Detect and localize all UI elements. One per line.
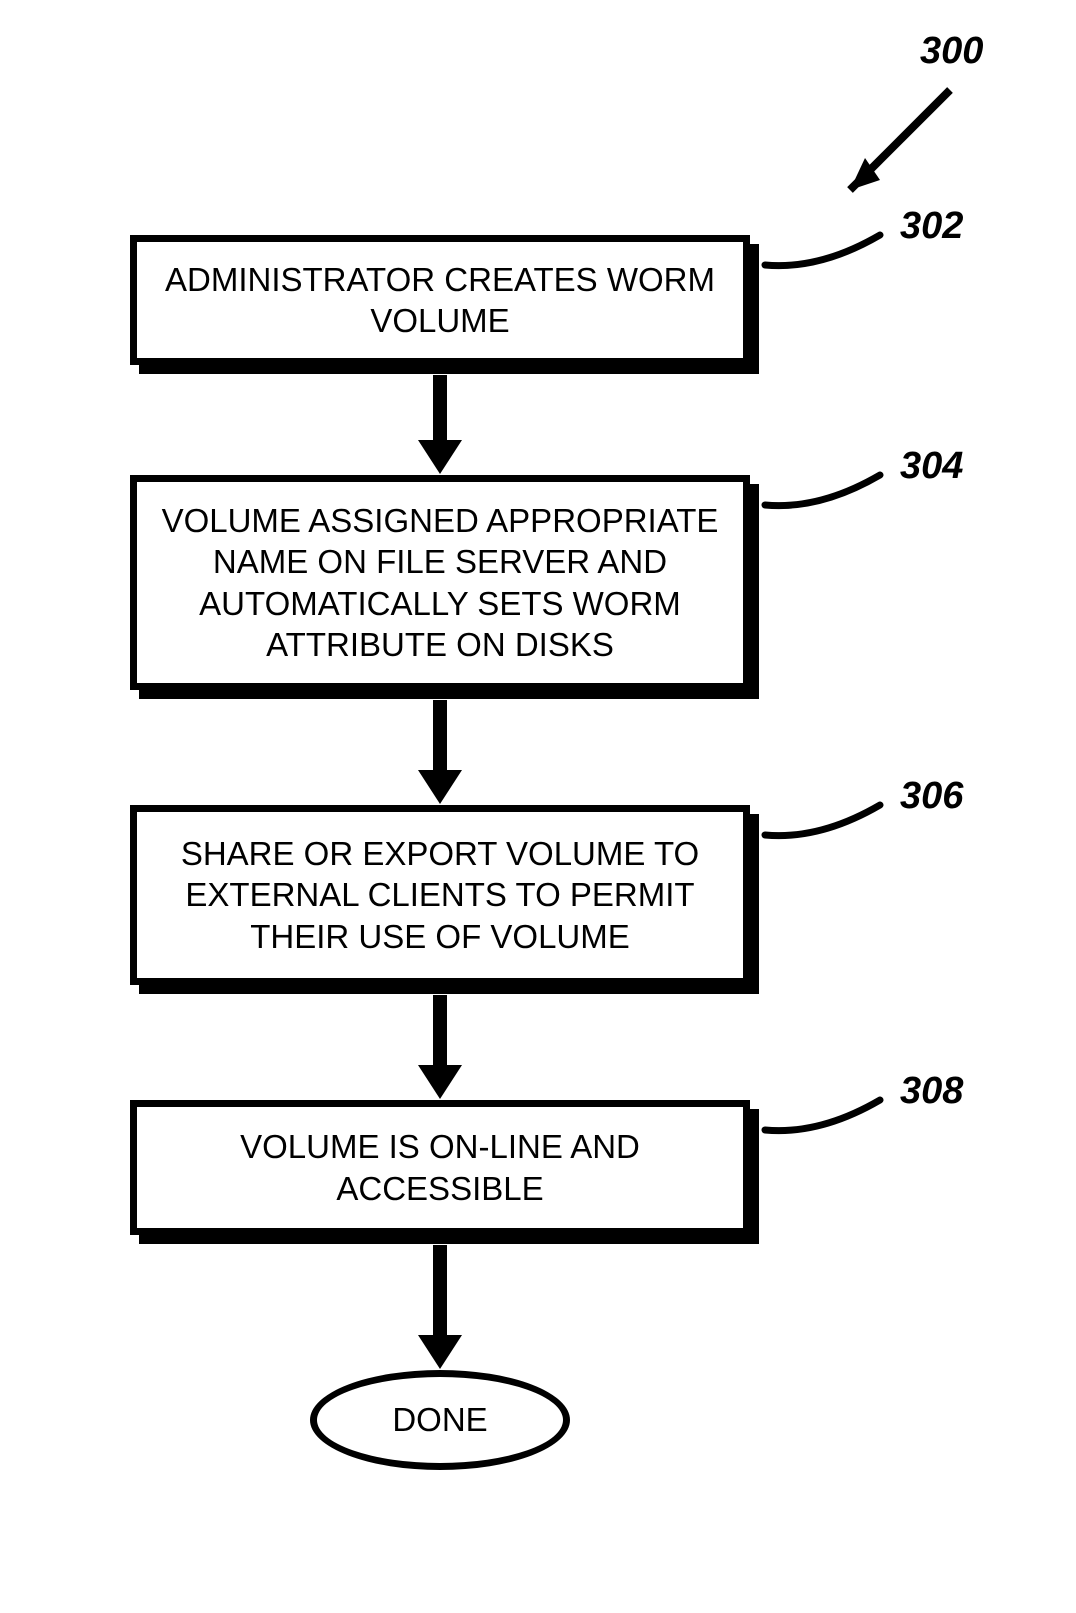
terminator-text: DONE	[392, 1401, 487, 1439]
leader-4	[760, 1095, 910, 1175]
step-text-4: VOLUME IS ON-LINE AND ACCESSIBLE	[159, 1126, 721, 1209]
step-ref-1: 302	[900, 205, 963, 248]
step-text-3: SHARE OR EXPORT VOLUME TO EXTERNAL CLIEN…	[159, 833, 721, 957]
step-box-4: VOLUME IS ON-LINE AND ACCESSIBLE	[130, 1100, 750, 1235]
step-ref-4: 308	[900, 1070, 963, 1113]
step-ref-2: 304	[900, 445, 963, 488]
step-text-1: ADMINISTRATOR CREATES WORM VOLUME	[159, 259, 721, 342]
step-box-2: VOLUME ASSIGNED APPROPRIATE NAME ON FILE…	[130, 475, 750, 690]
leader-3	[760, 800, 910, 880]
leader-2	[760, 470, 910, 550]
step-box-3: SHARE OR EXPORT VOLUME TO EXTERNAL CLIEN…	[130, 805, 750, 985]
leader-1	[760, 230, 910, 310]
step-text-2: VOLUME ASSIGNED APPROPRIATE NAME ON FILE…	[159, 500, 721, 665]
terminator-done: DONE	[310, 1370, 570, 1470]
step-box-1: ADMINISTRATOR CREATES WORM VOLUME	[130, 235, 750, 365]
step-ref-3: 306	[900, 775, 963, 818]
flowchart-canvas: 300 ADMINISTRATOR CREATES WORM VOLUME 30…	[0, 0, 1076, 1613]
figure-ref-label: 300	[920, 30, 983, 73]
